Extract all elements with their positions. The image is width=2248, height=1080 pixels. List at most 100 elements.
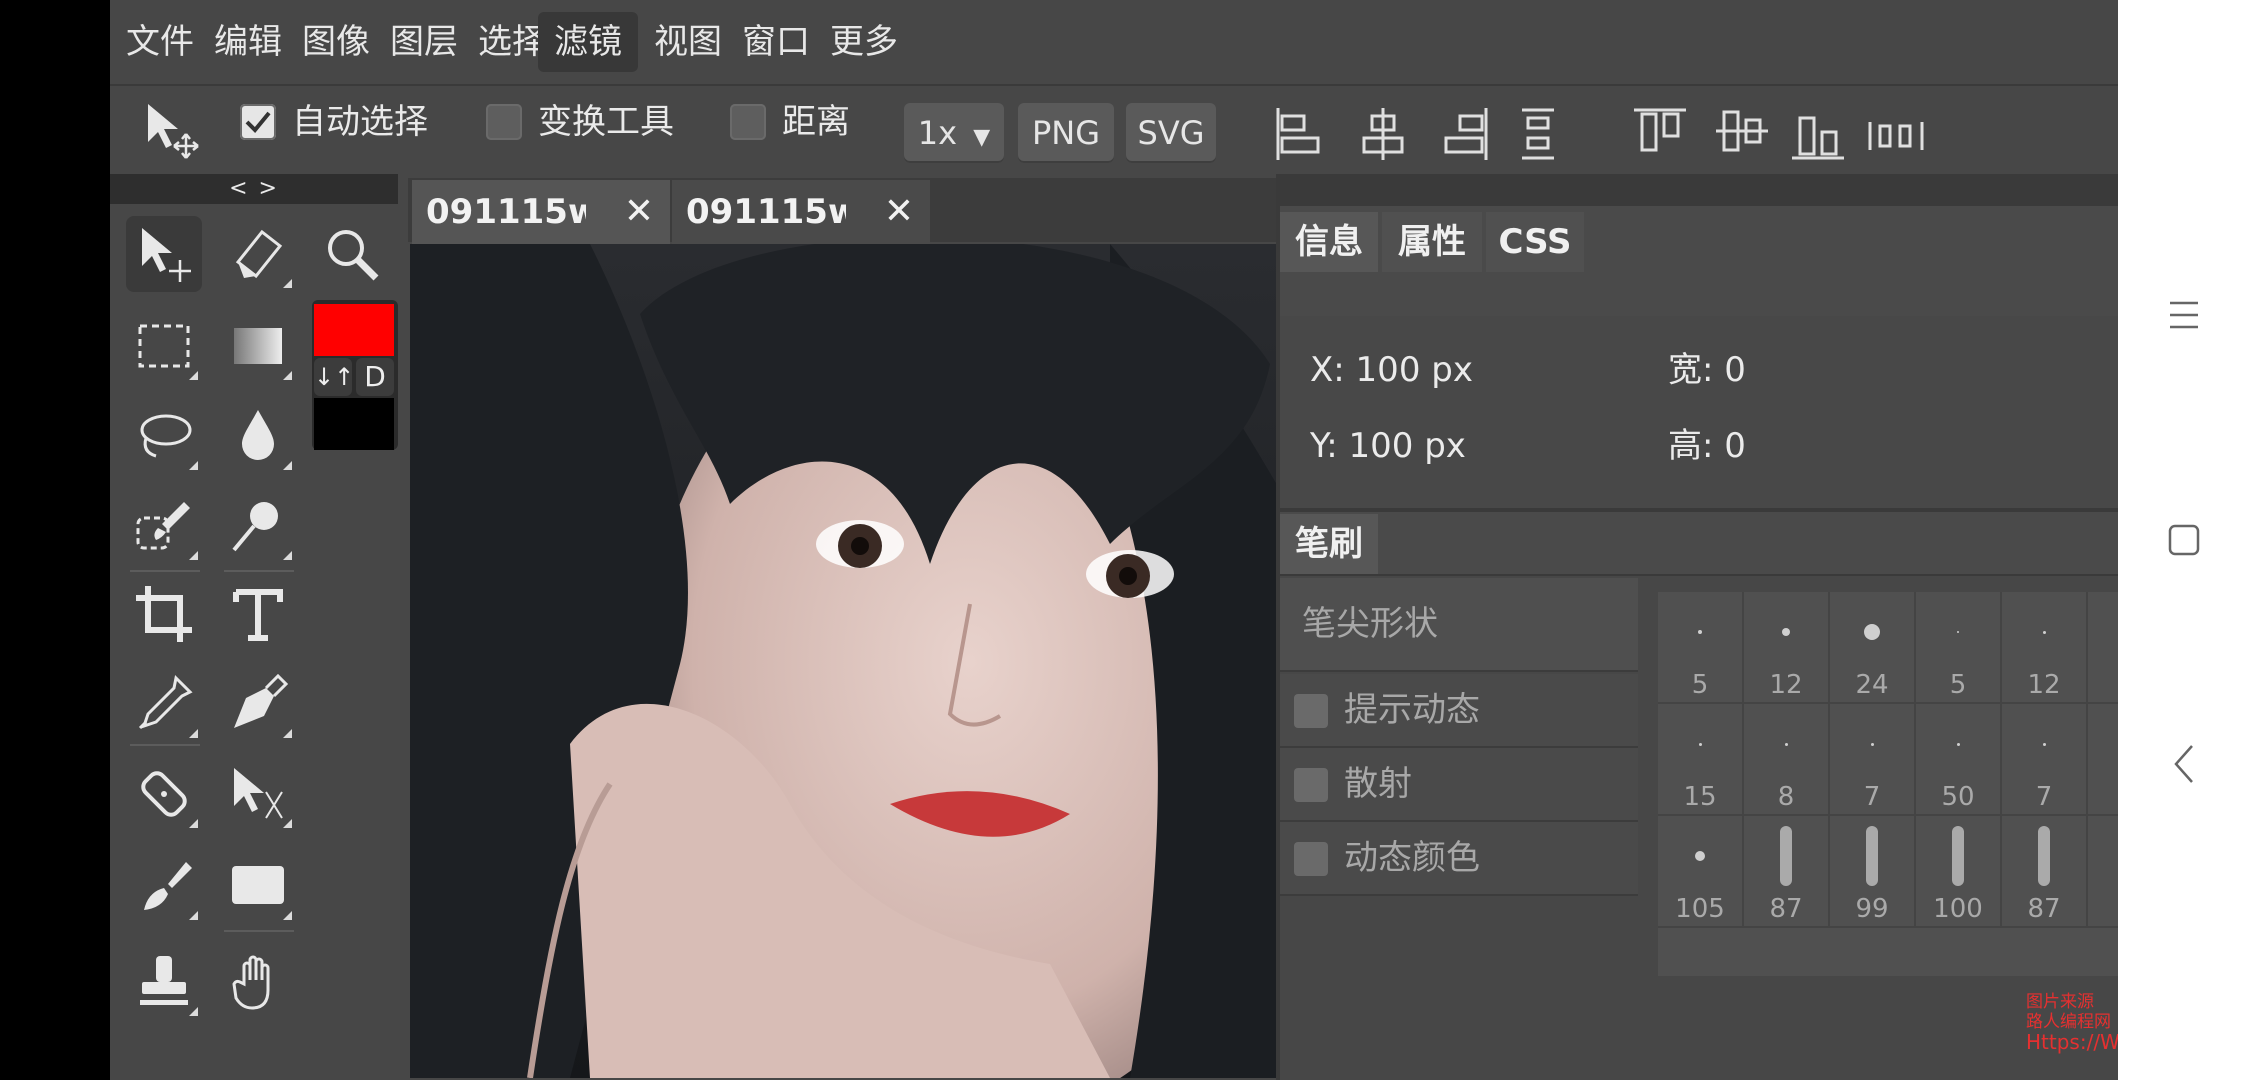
brush-preset[interactable]: 87 <box>1744 816 1830 928</box>
lasso-tool[interactable] <box>126 398 202 474</box>
close-icon[interactable]: ✕ <box>884 180 914 244</box>
brush-preset[interactable]: 12 <box>1744 592 1830 704</box>
tool-divider <box>224 930 294 932</box>
brush-option-row[interactable]: 动态颜色 <box>1280 822 1638 896</box>
type-tool[interactable] <box>220 576 296 652</box>
brush-preset[interactable]: 12 <box>2002 592 2088 704</box>
menu-file[interactable]: 文件 <box>110 12 210 72</box>
brush-preset[interactable]: 24 <box>1830 592 1916 704</box>
transform-tools-checkbox[interactable] <box>486 104 522 140</box>
brush-preset[interactable]: 87 <box>2002 816 2088 928</box>
home-square-icon[interactable] <box>2168 524 2200 560</box>
brush-preset[interactable]: 2 <box>2088 592 2118 704</box>
selection-width-readout: 宽: 0 <box>1668 350 1746 390</box>
document-tab-title: 091115wi <box>426 192 586 232</box>
shape-tool[interactable] <box>220 848 296 924</box>
blur-tool[interactable] <box>220 398 296 474</box>
brush-panel-header <box>1280 512 2118 574</box>
gradient-tool[interactable] <box>220 308 296 384</box>
brush-option-checkbox[interactable] <box>1294 694 1328 728</box>
align-bottom-icon[interactable] <box>1790 106 1846 166</box>
brush-preset[interactable]: 15 <box>1658 704 1744 816</box>
close-icon[interactable]: ✕ <box>624 180 654 244</box>
menu-more[interactable]: 更多 <box>814 12 914 72</box>
distance-checkbox[interactable] <box>730 104 766 140</box>
menu-lines-icon[interactable] <box>2168 300 2200 334</box>
brush-tool[interactable] <box>126 848 202 924</box>
brush-size-label: 105 <box>1675 894 1725 924</box>
brush-preset[interactable]: 99 <box>1830 816 1916 928</box>
dodge-tool[interactable] <box>220 488 296 564</box>
distribute-horizontal-icon[interactable] <box>1866 118 1926 158</box>
brush-option-checkbox[interactable] <box>1294 842 1328 876</box>
healing-brush-tool[interactable] <box>126 756 202 832</box>
info-panel-body <box>1280 316 2118 508</box>
brush-preview <box>1784 742 1788 746</box>
image-canvas[interactable] <box>410 244 1376 1078</box>
quick-selection-tool[interactable] <box>126 488 202 564</box>
hand-tool[interactable] <box>220 944 296 1020</box>
brush-preview <box>1952 826 1964 886</box>
menu-window[interactable]: 窗口 <box>726 12 826 72</box>
brush-option-row[interactable]: 散射 <box>1280 748 1638 822</box>
menu-image[interactable]: 图像 <box>286 12 386 72</box>
tab-info[interactable]: 信息 <box>1280 212 1378 272</box>
menu-edit[interactable]: 编辑 <box>198 12 298 72</box>
default-colors-button[interactable]: D <box>356 358 394 396</box>
brush-preset[interactable]: 7 <box>1830 704 1916 816</box>
collapse-left-button[interactable]: < > <box>110 174 398 204</box>
align-center-h-icon[interactable] <box>1358 106 1408 166</box>
align-left-icon[interactable] <box>1274 106 1324 166</box>
brush-size-label: 12 <box>2027 670 2061 700</box>
brush-option-checkbox[interactable] <box>1294 768 1328 802</box>
tab-css[interactable]: CSS <box>1486 212 1584 272</box>
zoom-dropdown[interactable]: 1x ▼ <box>904 103 1004 163</box>
export-png-button[interactable]: PNG <box>1018 103 1114 163</box>
brush-size-label: 87 <box>1769 894 1803 924</box>
brush-preset[interactable]: 105 <box>1658 816 1744 928</box>
brush-preset[interactable]: 5 <box>1658 592 1744 704</box>
distribute-vertical-icon[interactable] <box>1518 106 1558 166</box>
move-tool-icon[interactable] <box>140 98 204 166</box>
align-middle-v-icon[interactable] <box>1714 106 1770 160</box>
tab-brushes[interactable]: 笔刷 <box>1280 514 1378 574</box>
brush-preset[interactable]: 8 <box>1744 704 1830 816</box>
tool-divider <box>130 570 200 572</box>
brush-option-row[interactable]: 提示动态 <box>1280 674 1638 748</box>
brush-tip-shape-row[interactable]: 笔尖形状 <box>1280 578 1638 672</box>
magnifier-icon <box>328 230 379 281</box>
eyedropper-tool[interactable] <box>126 666 202 742</box>
document-tab[interactable]: 091115wi ✕ <box>672 180 930 244</box>
document-tab[interactable]: 091115wi ✕ <box>412 180 670 244</box>
background-color-swatch[interactable] <box>314 398 394 450</box>
brush-preset[interactable] <box>2088 816 2118 928</box>
brush-preview <box>2038 826 2050 886</box>
move-tool[interactable] <box>126 216 202 292</box>
clone-stamp-tool[interactable] <box>126 944 202 1020</box>
brush-size-label: 87 <box>2027 894 2061 924</box>
menu-filter[interactable]: 滤镜 <box>538 12 638 72</box>
align-right-icon[interactable] <box>1440 106 1490 166</box>
eraser-icon <box>235 229 283 279</box>
menu-view[interactable]: 视图 <box>638 12 738 72</box>
eraser-tool[interactable] <box>220 216 296 292</box>
brush-preset[interactable]: 7 <box>2002 704 2088 816</box>
brush-preset[interactable]: 7 <box>2088 704 2118 816</box>
marquee-tool[interactable] <box>126 308 202 384</box>
pen-tool[interactable] <box>220 666 296 742</box>
back-chevron-icon[interactable] <box>2172 744 2196 788</box>
tab-properties[interactable]: 属性 <box>1382 212 1482 272</box>
brush-preset[interactable]: 5 <box>1916 592 2002 704</box>
swap-colors-button[interactable]: ↓↑ <box>314 358 354 396</box>
brush-preset[interactable]: 50 <box>1916 704 2002 816</box>
path-select-tool[interactable] <box>220 756 296 832</box>
crop-tool[interactable] <box>126 576 202 652</box>
export-svg-button[interactable]: SVG <box>1126 103 1216 163</box>
align-top-icon[interactable] <box>1632 106 1688 160</box>
foreground-color-swatch[interactable] <box>314 304 394 356</box>
menu-layer[interactable]: 图层 <box>374 12 474 72</box>
zoom-tool[interactable] <box>314 216 390 292</box>
brush-preset[interactable]: 100 <box>1916 816 2002 928</box>
auto-select-checkbox[interactable] <box>240 104 276 140</box>
lasso-icon <box>140 414 192 458</box>
